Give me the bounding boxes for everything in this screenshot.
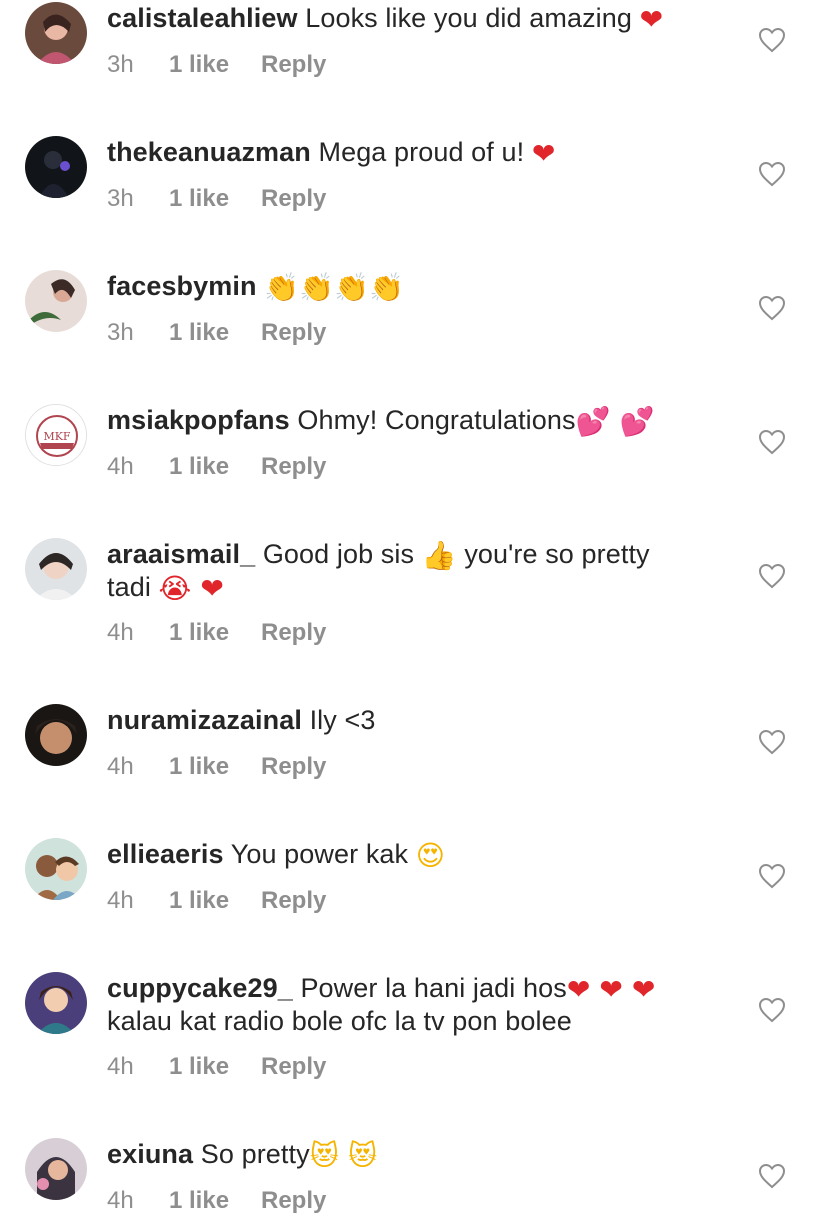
reply-button[interactable]: Reply bbox=[261, 319, 326, 347]
like-heart-icon[interactable] bbox=[758, 429, 786, 455]
like-heart-icon[interactable] bbox=[758, 997, 786, 1023]
username[interactable]: nuramizazainal bbox=[107, 705, 302, 735]
like-heart-icon[interactable] bbox=[758, 161, 786, 187]
avatar[interactable] bbox=[25, 1138, 87, 1200]
likes-count[interactable]: 1 like bbox=[169, 185, 261, 213]
timestamp: 4h bbox=[107, 753, 134, 780]
reply-button[interactable]: Reply bbox=[261, 887, 326, 915]
like-heart-icon[interactable] bbox=[758, 295, 786, 321]
two-hearts-emoji: 💕 💕 bbox=[575, 405, 655, 438]
timestamp: 3h bbox=[107, 185, 134, 212]
username[interactable]: cuppycake29_ bbox=[107, 973, 293, 1003]
comment-text: facesbymin 👏👏👏👏 bbox=[107, 270, 727, 303]
comment-text: calistaleahliew Looks like you did amazi… bbox=[107, 3, 664, 36]
avatar[interactable] bbox=[25, 838, 87, 900]
timestamp: 4h bbox=[107, 619, 134, 646]
timestamp: 4h bbox=[107, 1187, 134, 1214]
likes-count[interactable]: 1 like bbox=[169, 1187, 261, 1215]
comment-meta: 4h 1 like Reply bbox=[107, 619, 326, 649]
comment-text: msiakpopfans Ohmy! Congratulations💕 💕 bbox=[107, 405, 655, 438]
timestamp: 4h bbox=[107, 453, 134, 480]
thumbs-up-emoji: 👍 bbox=[421, 539, 457, 572]
comment-text: exiuna So pretty😻 😻 bbox=[107, 1139, 378, 1172]
reply-button[interactable]: Reply bbox=[261, 753, 326, 781]
avatar[interactable] bbox=[25, 270, 87, 332]
username[interactable]: calistaleahliew bbox=[107, 3, 298, 33]
timestamp: 3h bbox=[107, 319, 134, 346]
avatar[interactable] bbox=[25, 704, 87, 766]
comment-meta: 3h 1 like Reply bbox=[107, 185, 326, 215]
reply-button[interactable]: Reply bbox=[261, 1053, 326, 1081]
comment-text: thekeanuazman Mega proud of u! ❤ bbox=[107, 137, 556, 170]
reply-button[interactable]: Reply bbox=[261, 51, 326, 79]
reply-button[interactable]: Reply bbox=[261, 619, 326, 647]
like-heart-icon[interactable] bbox=[758, 27, 786, 53]
likes-count[interactable]: 1 like bbox=[169, 753, 261, 781]
comment-meta: 3h 1 like Reply bbox=[107, 319, 326, 349]
timestamp: 3h bbox=[107, 51, 134, 78]
like-heart-icon[interactable] bbox=[758, 563, 786, 589]
username[interactable]: facesbymin bbox=[107, 271, 257, 301]
username[interactable]: thekeanuazman bbox=[107, 137, 311, 167]
timestamp: 4h bbox=[107, 887, 134, 914]
avatar[interactable] bbox=[25, 972, 87, 1034]
comment-text: araaismail_ Good job sis 👍 you're so pre… bbox=[107, 539, 650, 605]
heart-eyes-emoji: 😍 bbox=[415, 839, 446, 872]
comment-meta: 4h 1 like Reply bbox=[107, 1053, 326, 1083]
username[interactable]: ellieaeris bbox=[107, 839, 224, 869]
comment-meta: 4h 1 like Reply bbox=[107, 887, 326, 917]
comment-text: nuramizazainal Ily <3 bbox=[107, 705, 376, 735]
comment-meta: 4h 1 like Reply bbox=[107, 453, 326, 483]
likes-count[interactable]: 1 like bbox=[169, 319, 261, 347]
username[interactable]: exiuna bbox=[107, 1139, 193, 1169]
red-heart-emoji: ❤ bbox=[639, 3, 664, 36]
comment-text: ellieaeris You power kak 😍 bbox=[107, 839, 446, 872]
clapping-hands-emoji: 👏👏👏👏 bbox=[264, 271, 405, 304]
comment-meta: 4h 1 like Reply bbox=[107, 1187, 326, 1217]
timestamp: 4h bbox=[107, 1053, 134, 1080]
comment-meta: 3h 1 like Reply bbox=[107, 51, 326, 81]
avatar[interactable]: MKF bbox=[25, 404, 87, 466]
likes-count[interactable]: 1 like bbox=[169, 453, 261, 481]
avatar[interactable] bbox=[25, 538, 87, 600]
like-heart-icon[interactable] bbox=[758, 729, 786, 755]
comment-text: cuppycake29_ Power la hani jadi hos❤ ❤ ❤… bbox=[107, 973, 656, 1036]
red-heart-emoji: ❤ bbox=[531, 137, 556, 170]
likes-count[interactable]: 1 like bbox=[169, 1053, 261, 1081]
likes-count[interactable]: 1 like bbox=[169, 887, 261, 915]
red-heart-emoji: ❤ ❤ ❤ bbox=[566, 973, 656, 1006]
username[interactable]: araaismail_ bbox=[107, 539, 255, 569]
crying-face-emoji: 😭 ❤ bbox=[158, 572, 224, 605]
reply-button[interactable]: Reply bbox=[261, 1187, 326, 1215]
reply-button[interactable]: Reply bbox=[261, 185, 326, 213]
like-heart-icon[interactable] bbox=[758, 863, 786, 889]
reply-button[interactable]: Reply bbox=[261, 453, 326, 481]
likes-count[interactable]: 1 like bbox=[169, 51, 261, 79]
avatar[interactable] bbox=[25, 136, 87, 198]
comment-meta: 4h 1 like Reply bbox=[107, 753, 326, 783]
like-heart-icon[interactable] bbox=[758, 1163, 786, 1189]
avatar[interactable] bbox=[25, 2, 87, 64]
likes-count[interactable]: 1 like bbox=[169, 619, 261, 647]
avatar-logo-text: MKF bbox=[43, 430, 70, 443]
username[interactable]: msiakpopfans bbox=[107, 405, 290, 435]
heart-eyes-cat-emoji: 😻 😻 bbox=[309, 1139, 378, 1172]
